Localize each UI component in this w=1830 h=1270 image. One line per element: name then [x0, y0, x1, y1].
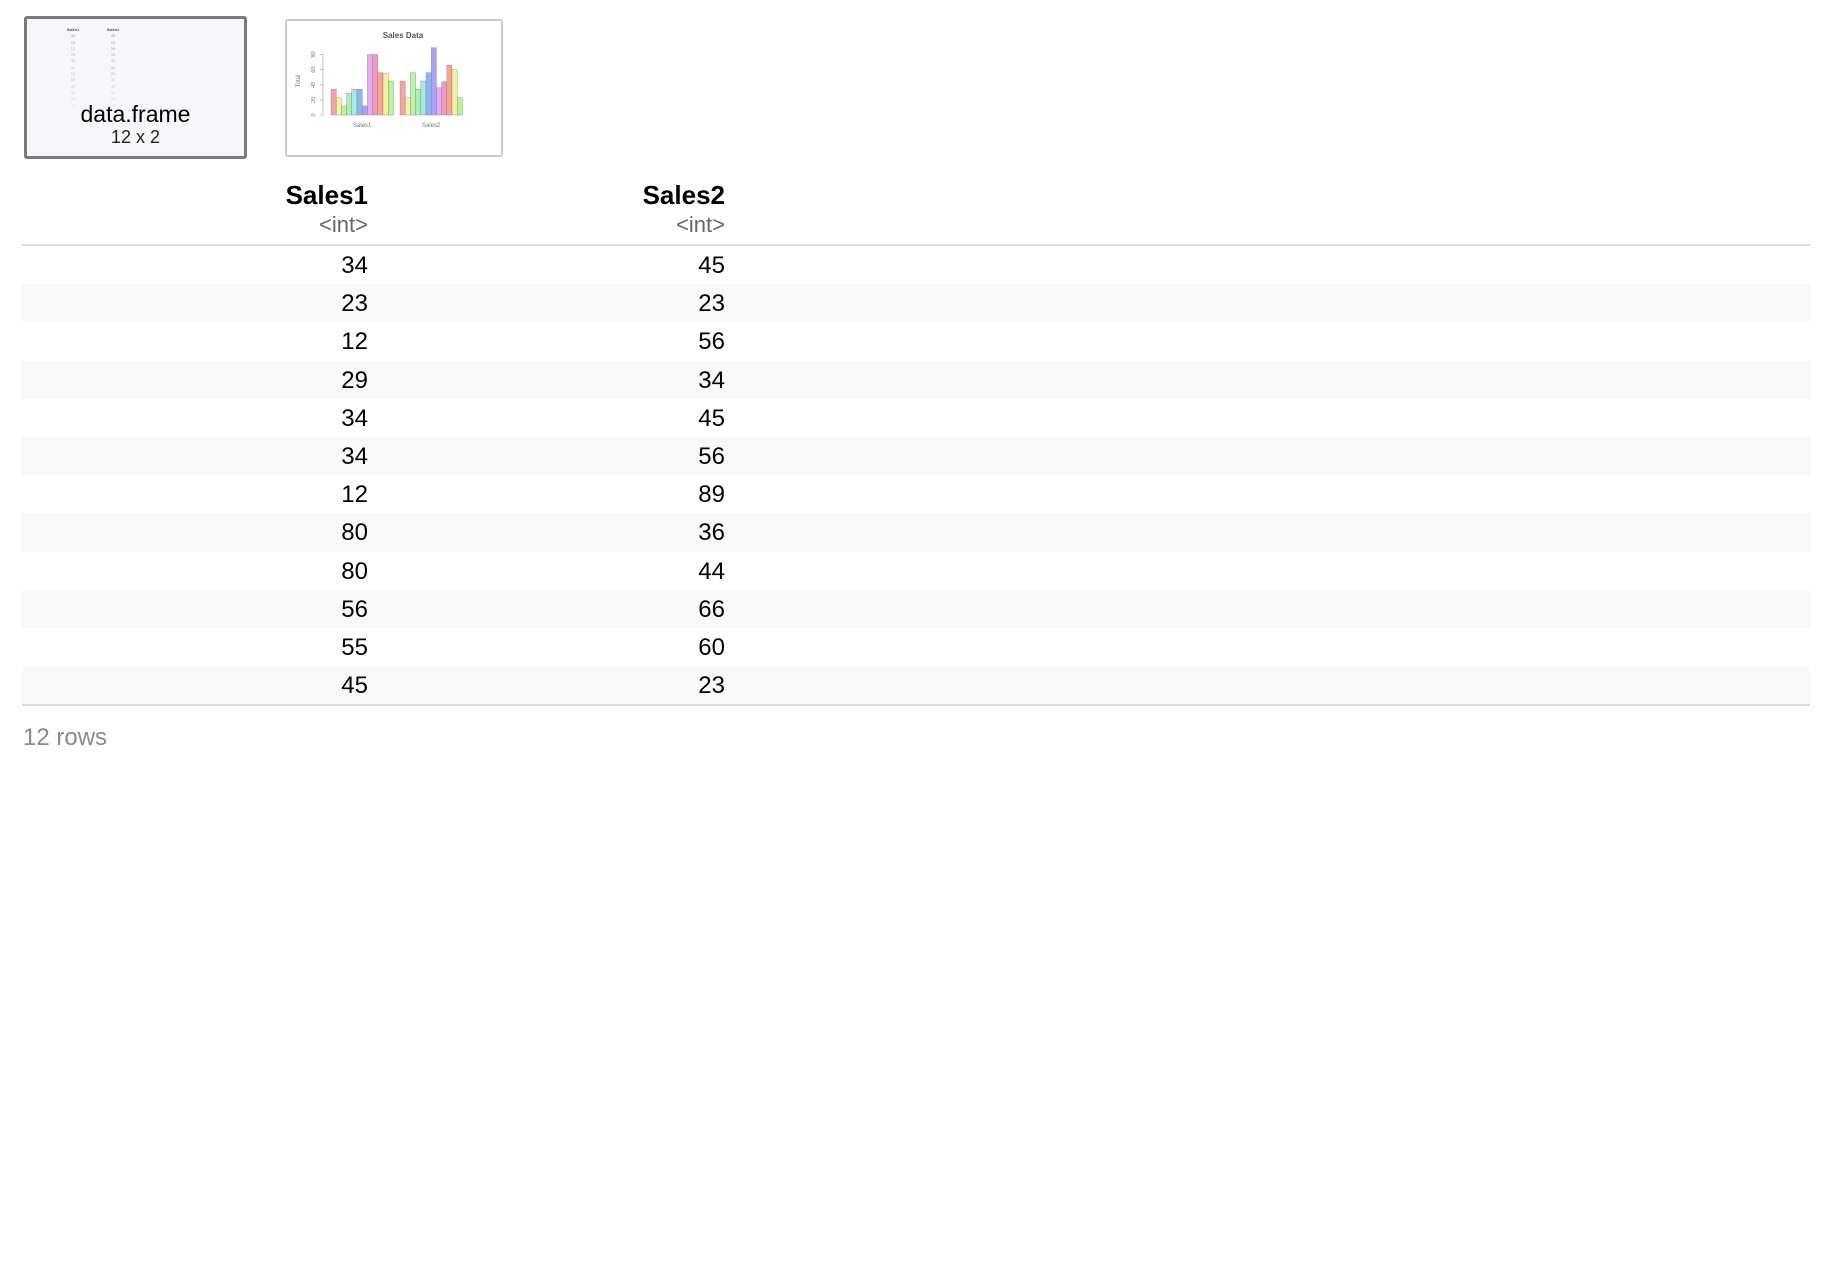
- table-cell: 80: [341, 557, 368, 585]
- thumbnail-dimensions: 12 x 2: [110, 127, 161, 147]
- bar: [431, 47, 437, 116]
- data-table: Sales1 <int> Sales2 <int> 34 45 23 23 12 56 29…: [22, 176, 1810, 707]
- table-cell: 34: [341, 442, 368, 470]
- table-cell: 45: [698, 252, 725, 279]
- table-cell: 66: [698, 595, 725, 623]
- column-type-sales1: <int>: [319, 212, 368, 237]
- chart-title: Sales Data: [383, 31, 424, 40]
- table-header: Sales1 <int> Sales2 <int>: [22, 176, 1810, 246]
- table-cell: 55: [341, 633, 368, 661]
- table-cell: 80: [341, 519, 368, 547]
- bar: [410, 72, 416, 116]
- plot-thumbnail[interactable]: Sales Data Total 0 20 40 60 80 Sales1 Sales2: [285, 19, 503, 157]
- y-axis-label: Total: [296, 75, 302, 88]
- table-cell: 56: [341, 595, 368, 623]
- table-row: 56 66: [22, 589, 1810, 628]
- column-header-sales1[interactable]: Sales1: [286, 180, 368, 211]
- bar: [425, 72, 432, 116]
- table-cell: 56: [698, 442, 725, 470]
- table-cell: 23: [698, 290, 725, 318]
- output-thumbnail-strip: Sales1 Sales2 34 45 23 23 12 56 29 34 34 45 34 56 12…: [0, 0, 1830, 170]
- bar: [388, 80, 394, 116]
- bar: [446, 64, 453, 116]
- table-cell: 36: [698, 519, 725, 547]
- x-tick-label: Sales1: [353, 123, 372, 129]
- bar: [441, 81, 447, 116]
- column-header-sales2[interactable]: Sales2: [643, 180, 725, 211]
- y-tick-label: 80: [311, 51, 317, 57]
- table-row: 34 45: [22, 246, 1810, 284]
- table-row: 34 56: [22, 436, 1810, 476]
- bar: [457, 97, 463, 116]
- table-row: 80 44: [22, 552, 1810, 590]
- bar: [372, 54, 378, 116]
- bar: [377, 72, 384, 116]
- table-row: 55 60: [22, 628, 1810, 666]
- x-tick-label: Sales2: [422, 123, 441, 129]
- bar: [399, 80, 406, 116]
- y-tick-label: 40: [311, 82, 317, 88]
- bar: [341, 105, 347, 116]
- y-tick-label: 0: [311, 113, 317, 116]
- table-row: 29 34: [22, 360, 1810, 399]
- table-cell: 34: [341, 404, 368, 432]
- bar: [346, 92, 352, 116]
- table-row: 45 23: [22, 666, 1810, 705]
- bar: [451, 69, 458, 116]
- table-cell: 60: [698, 633, 725, 661]
- row-count: 12 rows: [23, 724, 108, 751]
- table-cell: 34: [341, 252, 368, 279]
- table-cell: 12: [341, 328, 368, 356]
- table-cell: 44: [698, 557, 725, 585]
- table-bottom-divider: [22, 704, 1810, 707]
- table-row: 12 89: [22, 475, 1810, 513]
- y-tick-label: 20: [311, 97, 317, 103]
- bar: [405, 97, 411, 116]
- dataframe-thumbnail[interactable]: Sales1 Sales2 34 45 23 23 12 56 29 34 34 45 34 56 12…: [24, 16, 247, 159]
- table-body: 34 45 23 23 12 56 29 34 34 45 34 56 12 89 80 36 80 44 56 66…: [22, 246, 1810, 705]
- thumbnail-title: data.frame: [80, 101, 191, 127]
- mini-table-preview: Sales1 Sales2 34 45 23 23 12 56 29 34 34 45 34 56 12…: [53, 27, 133, 109]
- bar-chart: Sales Data Total 0 20 40 60 80 Sales1 Sales2: [296, 31, 463, 129]
- table-cell: 45: [698, 404, 725, 432]
- bar: [367, 54, 373, 116]
- table-row: 23 23: [22, 284, 1810, 323]
- table-cell: 56: [698, 328, 725, 356]
- bar: [436, 87, 442, 116]
- table-cell: 89: [698, 481, 725, 509]
- bar: [356, 89, 363, 116]
- table-cell: 34: [698, 366, 725, 394]
- bar: [362, 105, 368, 116]
- table-cell: 23: [341, 290, 368, 318]
- bar: [336, 97, 342, 116]
- bar: [415, 89, 421, 116]
- table-row: 80 36: [22, 513, 1810, 552]
- bar: [382, 73, 389, 116]
- column-type-sales2: <int>: [676, 212, 725, 237]
- table-row: 34 45: [22, 399, 1810, 437]
- table-cell: 23: [698, 672, 725, 700]
- table-cell: 12: [341, 481, 368, 509]
- bar: [330, 89, 337, 116]
- y-tick-label: 60: [311, 67, 317, 73]
- table-row: 12 56: [22, 322, 1810, 360]
- table-cell: 45: [341, 672, 368, 700]
- bar: [420, 80, 427, 116]
- bar: [351, 89, 358, 116]
- table-cell: 29: [341, 366, 368, 394]
